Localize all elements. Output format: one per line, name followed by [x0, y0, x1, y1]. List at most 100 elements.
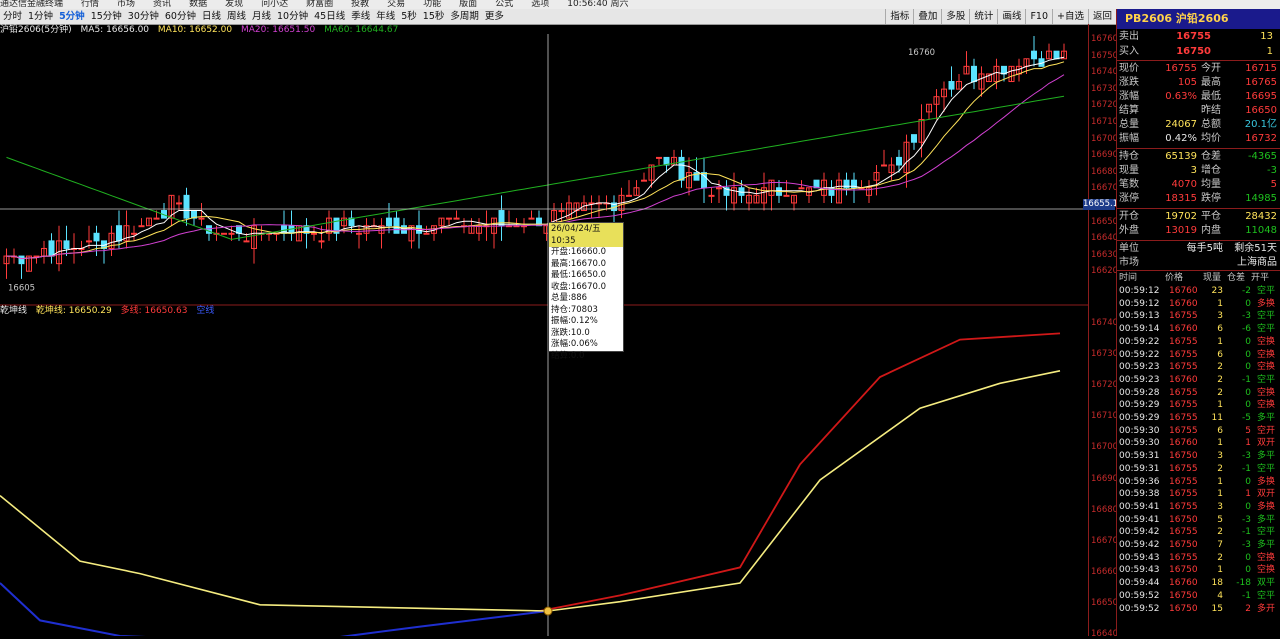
top-menu-item[interactable]: 市场: [117, 0, 135, 9]
quote-value: 11048: [1245, 225, 1277, 236]
tick-row: 00:59:43 16755 2 0 空换: [1117, 552, 1280, 565]
timeframe-button[interactable]: 更多: [482, 9, 507, 24]
timeframe-button[interactable]: 日线: [199, 9, 224, 24]
timeframe-button[interactable]: 季线: [348, 9, 373, 24]
timeframe-button[interactable]: 年线: [373, 9, 398, 24]
price-tick-label: 16750: [1091, 50, 1119, 61]
tick-oi-change: 5: [1245, 425, 1251, 436]
tick-open-close: 空开: [1257, 425, 1276, 436]
chart-tool-button[interactable]: 指标: [885, 9, 913, 24]
quote-label: 平仓: [1201, 211, 1221, 222]
quote-value: 16755: [1165, 63, 1197, 74]
tooltip-line: 持仓:70803: [551, 304, 598, 315]
top-menu-item[interactable]: 选项: [531, 0, 549, 9]
indicator-tick-label: 16640: [1091, 629, 1119, 639]
tick-row: 00:59:41 16755 3 0 多换: [1117, 501, 1280, 514]
tick-time: 00:59:28: [1119, 387, 1160, 398]
top-menu-item[interactable]: 发现: [225, 0, 243, 9]
tick-time: 00:59:42: [1119, 540, 1160, 550]
top-menu-item[interactable]: 资讯: [153, 0, 171, 9]
tick-open-close: 双平: [1257, 578, 1276, 589]
tick-price: 16750: [1169, 451, 1198, 462]
chart-tool-button[interactable]: 返回: [1087, 9, 1116, 24]
quote-label: 内盘: [1201, 225, 1221, 236]
top-menu-bar: 通达信金融终端 行情 市场 资讯 数据 发现 问小达 财富圈 投教 交易 功能 版面 公式 选项 10:56…: [0, 0, 1280, 9]
top-menu-item[interactable]: 通达信金融终端: [0, 0, 63, 9]
tick-price: 16760: [1169, 286, 1198, 296]
tick-row: 00:59:31 16755 2 -1 空平: [1117, 463, 1280, 476]
timeframe-button[interactable]: 45日线: [311, 9, 348, 24]
ma20-line: [6, 74, 1065, 260]
candle-body: [18, 255, 25, 265]
tick-price: 16750: [1169, 603, 1198, 614]
top-menu-item[interactable]: 数据: [189, 0, 207, 9]
top-menu-item[interactable]: 行情: [81, 0, 99, 9]
chart-tool-button[interactable]: 统计: [969, 9, 997, 24]
top-menu-item[interactable]: 公式: [495, 0, 513, 9]
timeframe-button[interactable]: 60分钟: [162, 9, 199, 24]
tick-price: 16755: [1169, 336, 1198, 347]
tick-open-close: 多换: [1257, 476, 1276, 487]
tick-price: 16755: [1169, 527, 1198, 538]
timeframe-button[interactable]: 10分钟: [274, 9, 311, 24]
sell-volume: 13: [1260, 31, 1273, 42]
timeframe-button[interactable]: 周线: [224, 9, 249, 24]
timeframe-button[interactable]: 30分钟: [125, 9, 162, 24]
bar-info-tooltip: 26/04/24/五 10:35 开盘:16660.0 最高:16670.0 最低:…: [548, 222, 624, 361]
top-menu-item[interactable]: 投教: [351, 0, 369, 9]
candle-body: [318, 240, 325, 243]
chart-tool-button[interactable]: 叠加: [913, 9, 941, 24]
price-tick-label: 16680: [1091, 166, 1119, 177]
timeframe-button[interactable]: 5分钟: [56, 9, 88, 24]
candle-body: [183, 194, 190, 219]
tick-price: 16750: [1169, 590, 1198, 601]
tick-oi-change: 0: [1245, 501, 1251, 512]
top-menu-item[interactable]: 财富圈: [306, 0, 333, 9]
top-menu-item[interactable]: 交易: [387, 0, 405, 9]
unit-row: 单位 每手5吨 剩余51天: [1117, 242, 1280, 256]
quote-label: 今开: [1201, 63, 1221, 74]
candle-body: [911, 134, 917, 143]
chart-tool-button[interactable]: 多股: [941, 9, 969, 24]
indicator-tick-label: 16690: [1091, 473, 1119, 484]
quote-row: 现量 3 增仓 -3: [1117, 164, 1280, 178]
timeframe-button[interactable]: 多周期: [447, 9, 482, 24]
chart-tool-button[interactable]: 画线: [997, 9, 1025, 24]
tick-open-close: 空平: [1257, 527, 1276, 538]
chart-tool-button[interactable]: +自选: [1052, 9, 1088, 24]
timeframe-button[interactable]: 1分钟: [25, 9, 56, 24]
tick-row: 00:59:28 16755 2 0 空换: [1117, 387, 1280, 400]
chart-tool-button[interactable]: F10: [1025, 9, 1052, 24]
market-value: 上海商品: [1237, 257, 1277, 268]
tick-price: 16760: [1169, 374, 1198, 385]
tick-row: 00:59:23 16760 2 -1 空平: [1117, 374, 1280, 387]
tick-open-close: 空换: [1257, 565, 1276, 576]
ticks-header-cell: 时间: [1119, 273, 1138, 283]
quote-row: 振幅 0.42% 均价 16732: [1117, 132, 1280, 146]
kline-chart[interactable]: 16605 16760: [0, 24, 1088, 636]
timeframe-button[interactable]: 月线: [249, 9, 274, 24]
tick-price: 16755: [1169, 425, 1198, 436]
top-menu-item[interactable]: 10:56:40 周六: [567, 0, 628, 9]
tick-oi-change: 0: [1245, 298, 1251, 309]
timeframe-button[interactable]: 5秒: [398, 9, 420, 24]
quote-value: 105: [1177, 77, 1197, 88]
candle-body: [881, 164, 887, 167]
tick-open-close: 空平: [1257, 311, 1276, 322]
tick-time: 00:59:52: [1119, 590, 1160, 601]
timeframe-button[interactable]: 分时: [0, 9, 25, 24]
tick-row: 00:59:42 16755 2 -1 空平: [1117, 526, 1280, 539]
timeframe-button[interactable]: 15分钟: [88, 9, 125, 24]
top-menu-item[interactable]: 版面: [459, 0, 477, 9]
tick-oi-change: -18: [1236, 578, 1251, 589]
symbol-period-label: 沪铅2606(5分钟): [0, 25, 72, 35]
top-menu-item[interactable]: 功能: [423, 0, 441, 9]
timeframe-button[interactable]: 15秒: [420, 9, 448, 24]
quote-row: 涨停 18315 跌停 14985: [1117, 192, 1280, 206]
buy-volume: 1: [1266, 46, 1273, 57]
top-menu-item[interactable]: 问小达: [261, 0, 288, 9]
tick-time: 00:59:36: [1119, 476, 1160, 487]
price-tick-label: 16730: [1091, 83, 1119, 94]
tick-oi-change: -1: [1242, 527, 1251, 538]
tick-volume: 7: [1217, 540, 1223, 550]
